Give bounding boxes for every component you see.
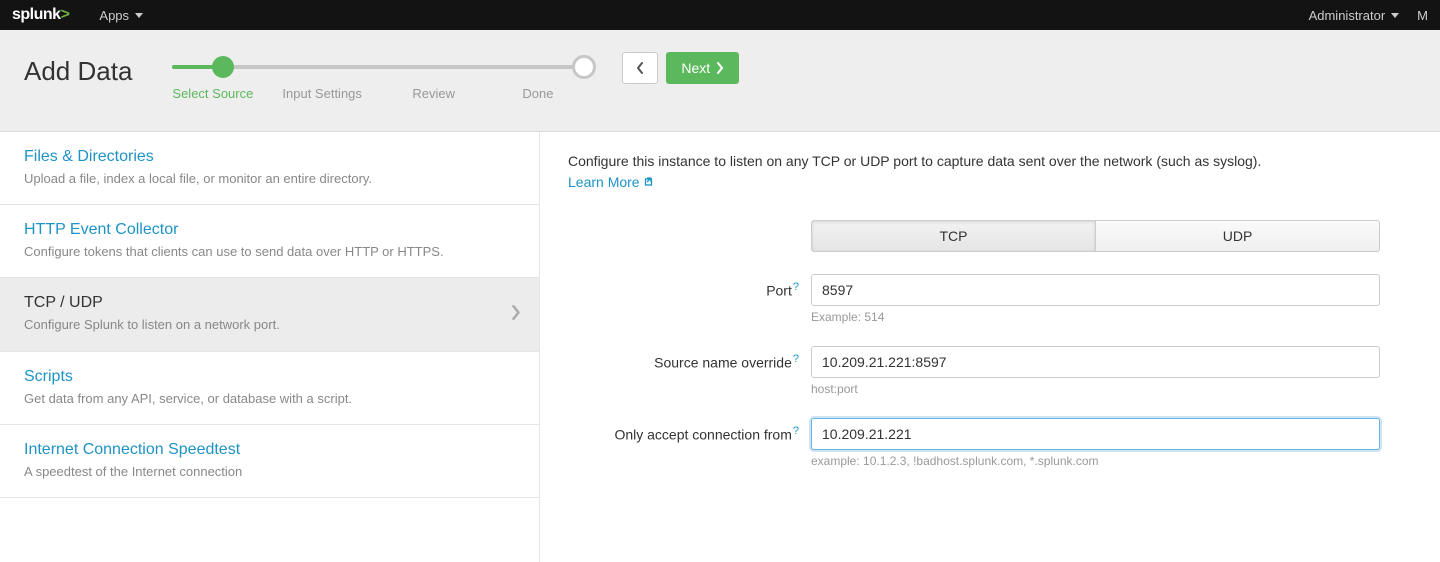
next-button[interactable]: Next	[666, 52, 739, 84]
page-header: Add Data Select Source Input Settings Re…	[0, 30, 1440, 132]
main-panel: Configure this instance to listen on any…	[540, 132, 1440, 562]
protocol-tab-udp[interactable]: UDP	[1096, 220, 1380, 252]
sidebar-item-scripts[interactable]: Scripts Get data from any API, service, …	[0, 352, 539, 425]
help-icon[interactable]: ?	[793, 281, 799, 293]
logo[interactable]: splunk>	[12, 6, 69, 24]
sidebar-item-title: Internet Connection Speedtest	[24, 441, 515, 459]
external-link-icon	[644, 174, 656, 190]
sidebar-item-desc: Upload a file, index a local file, or mo…	[24, 170, 515, 188]
apps-menu-label: Apps	[99, 8, 129, 23]
accept-from-input[interactable]	[811, 418, 1380, 450]
wizard-step-label: Done	[522, 86, 582, 101]
port-input[interactable]	[811, 274, 1380, 306]
sidebar-item-desc: A speedtest of the Internet connection	[24, 463, 515, 481]
sidebar-item-http-event-collector[interactable]: HTTP Event Collector Configure tokens th…	[0, 205, 539, 278]
wizard-track	[172, 56, 592, 78]
sidebar-item-title: TCP / UDP	[24, 294, 515, 312]
chevron-right-icon	[716, 62, 724, 74]
form-row-source-name: Source name override? host:port	[568, 346, 1380, 396]
next-button-label: Next	[681, 60, 710, 76]
source-name-hint: host:port	[811, 382, 1380, 396]
sidebar: Files & Directories Upload a file, index…	[0, 132, 540, 562]
wizard-step-label: Select Source	[172, 86, 282, 101]
wizard: Select Source Input Settings Review Done	[172, 48, 592, 101]
form-row-accept-from: Only accept connection from? example: 10…	[568, 418, 1380, 468]
sidebar-item-tcp-udp[interactable]: TCP / UDP Configure Splunk to listen on …	[0, 278, 539, 351]
wizard-step-dot-done	[572, 55, 596, 79]
wizard-step-dot-select-source	[212, 56, 234, 78]
topbar: splunk> Apps Administrator M	[0, 0, 1440, 30]
sidebar-item-title: Files & Directories	[24, 148, 515, 166]
sidebar-item-title: HTTP Event Collector	[24, 221, 515, 239]
sidebar-item-desc: Configure Splunk to listen on a network …	[24, 316, 515, 334]
back-button[interactable]	[622, 52, 658, 84]
source-name-label: Source name override?	[568, 346, 811, 371]
wizard-labels: Select Source Input Settings Review Done	[172, 86, 592, 101]
protocol-tab-tcp[interactable]: TCP	[811, 220, 1096, 252]
intro-text: Configure this instance to listen on any…	[568, 152, 1380, 172]
accept-from-hint: example: 10.1.2.3, !badhost.splunk.com, …	[811, 454, 1380, 468]
topbar-right-m[interactable]: M	[1417, 8, 1428, 23]
sidebar-item-desc: Get data from any API, service, or datab…	[24, 390, 515, 408]
administrator-menu[interactable]: Administrator	[1309, 8, 1400, 23]
chevron-right-icon	[511, 305, 521, 324]
chevron-down-icon	[1391, 13, 1399, 18]
administrator-menu-label: Administrator	[1309, 8, 1386, 23]
chevron-down-icon	[135, 13, 143, 18]
sidebar-item-desc: Configure tokens that clients can use to…	[24, 243, 515, 261]
page-title: Add Data	[24, 48, 132, 87]
sidebar-item-speedtest[interactable]: Internet Connection Speedtest A speedtes…	[0, 425, 539, 498]
protocol-toggle: TCP UDP	[811, 220, 1380, 252]
port-hint: Example: 514	[811, 310, 1380, 324]
learn-more-link[interactable]: Learn More	[568, 174, 656, 190]
sidebar-item-title: Scripts	[24, 368, 515, 386]
wizard-step-label: Review	[412, 86, 522, 101]
wizard-step-label: Input Settings	[282, 86, 412, 101]
help-icon[interactable]: ?	[793, 353, 799, 365]
accept-from-label: Only accept connection from?	[568, 418, 811, 443]
apps-menu[interactable]: Apps	[99, 8, 143, 23]
body: Files & Directories Upload a file, index…	[0, 132, 1440, 562]
sidebar-item-files-directories[interactable]: Files & Directories Upload a file, index…	[0, 132, 539, 205]
help-icon[interactable]: ?	[793, 425, 799, 437]
learn-more-label: Learn More	[568, 174, 640, 190]
chevron-left-icon	[636, 62, 644, 74]
port-label: Port?	[568, 274, 811, 299]
source-name-input[interactable]	[811, 346, 1380, 378]
form-row-port: Port? Example: 514	[568, 274, 1380, 324]
